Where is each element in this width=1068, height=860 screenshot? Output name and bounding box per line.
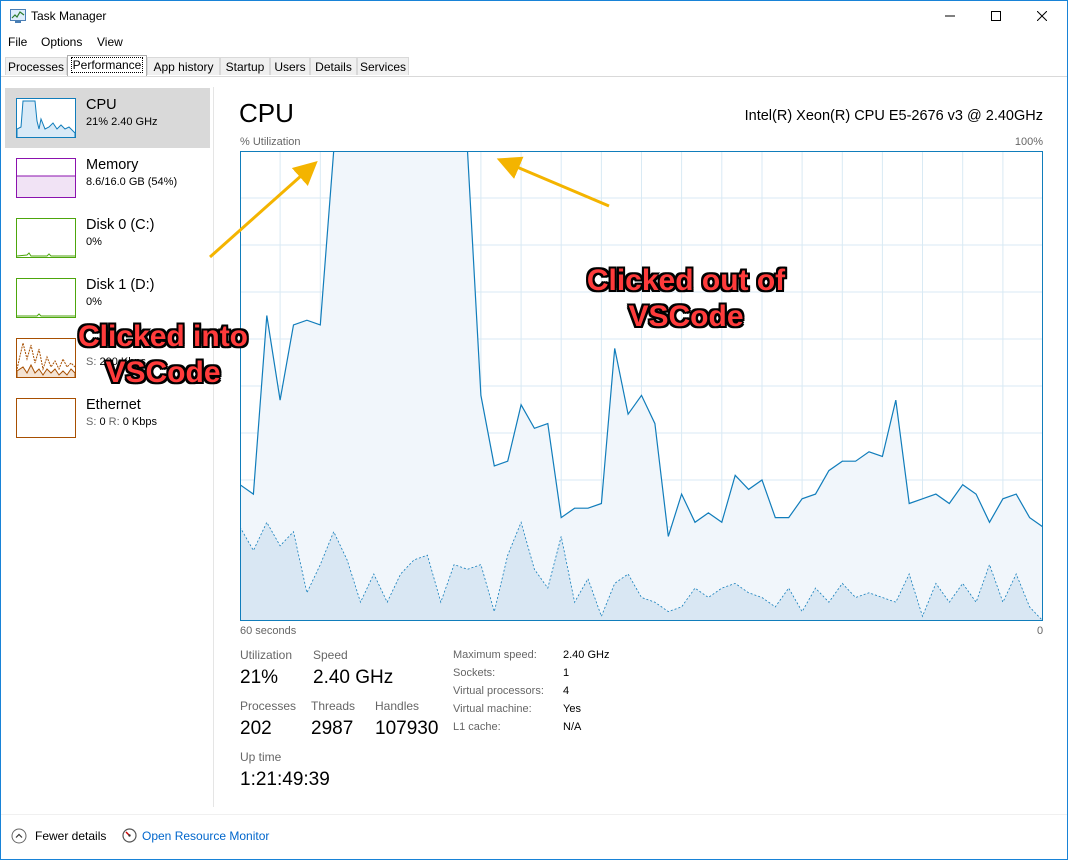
- task-manager-window: Task Manager File Options View Processes…: [0, 0, 1068, 860]
- annotation-clicked-out-line1: Clicked out of: [586, 264, 786, 297]
- arrow-to-spike-end: [496, 156, 610, 208]
- annotation-clicked-out: Clicked out of VSCode: [571, 263, 801, 335]
- annotation-clicked-into-line2: VSCode: [105, 356, 221, 389]
- annotation-clicked-out-line2: VSCode: [628, 300, 744, 333]
- annotation-clicked-into-line1: Clicked into: [77, 320, 249, 353]
- annotation-arrows: [209, 156, 610, 259]
- arrow-to-spike-start: [209, 161, 318, 259]
- annotation-clicked-into: Clicked into VSCode: [63, 319, 263, 391]
